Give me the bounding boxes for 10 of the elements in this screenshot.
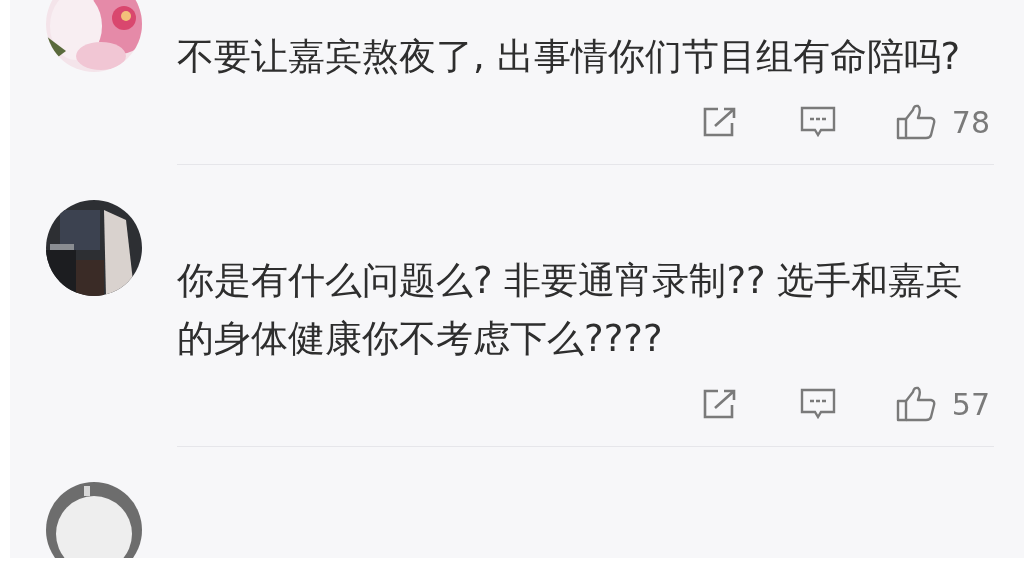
- comment-text: 你是有什么问题么? 非要通宵录制?? 选手和嘉宾的身体健康你不考虑下么????: [177, 258, 964, 362]
- comment-text: 不要让嘉宾熬夜了, 出事情你们节目组有命陪吗?: [177, 34, 962, 80]
- thumbs-up-icon[interactable]: [895, 386, 936, 422]
- comment-button[interactable]: [799, 388, 836, 420]
- share-button[interactable]: [701, 106, 738, 138]
- share-button[interactable]: [701, 388, 738, 420]
- comment-button[interactable]: [799, 106, 836, 138]
- thumbs-up-icon[interactable]: [895, 104, 936, 140]
- like-button[interactable]: 78: [895, 99, 990, 145]
- like-button[interactable]: 57: [895, 381, 990, 427]
